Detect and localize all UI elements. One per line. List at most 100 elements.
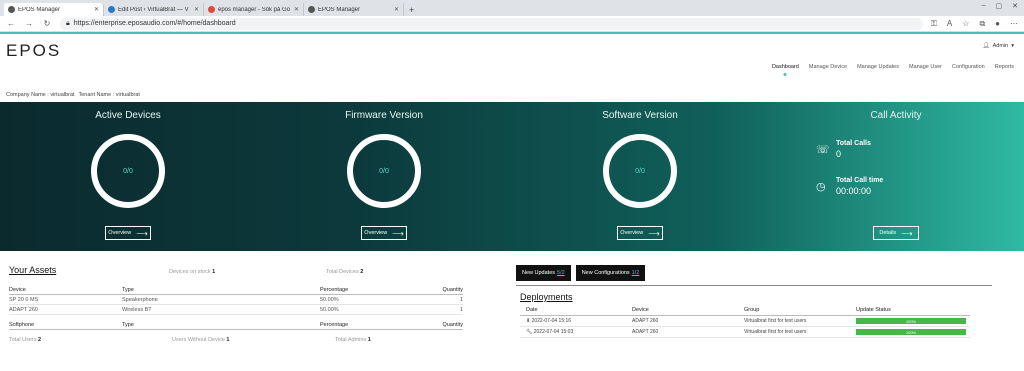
button-label: Overview xyxy=(620,230,644,236)
overview-button[interactable]: Overview ⟶ xyxy=(617,226,663,240)
deployments-table: Date Device Group Update Status ⬇︎ 2022-… xyxy=(520,305,970,338)
close-icon[interactable]: ✕ xyxy=(194,6,199,13)
close-icon[interactable]: ✕ xyxy=(394,6,399,13)
epos-favicon-icon xyxy=(308,6,315,13)
table-header: Date Device Group Update Status xyxy=(520,305,970,316)
ring-value: 0/0 xyxy=(635,167,645,175)
stat-value: 2 xyxy=(360,269,364,275)
progress-fill: 100% xyxy=(856,329,966,335)
browser-tab[interactable]: EPOS Manager ✕ xyxy=(4,3,104,16)
details-button[interactable]: Details ⟶ xyxy=(873,226,919,240)
close-icon[interactable]: ✕ xyxy=(94,6,99,13)
firmware-version-card: Firmware Version 0/0 Overview ⟶ xyxy=(256,102,512,251)
firmware-ring: 0/0 xyxy=(347,134,421,208)
button-count: 1/2 xyxy=(631,270,640,276)
softphone-table-header: Softphone Type Percentage Quantity xyxy=(9,320,463,330)
stat-label: Users Without Device xyxy=(172,337,225,343)
column-header: Quantity xyxy=(442,321,463,328)
phone-icon: ☏ xyxy=(816,144,830,156)
column-header: Percentage xyxy=(320,286,349,293)
close-icon[interactable]: ✕ xyxy=(294,6,299,13)
new-updates-button[interactable]: New Updates 5/2 xyxy=(516,265,571,281)
back-icon[interactable]: ← xyxy=(6,19,16,28)
cell-device: ADAPT 260 xyxy=(9,306,38,313)
browser-tab[interactable]: epos manager - Sök på Go ✕ xyxy=(204,3,304,16)
column-header: Update Status xyxy=(856,307,891,313)
nav-manage-device[interactable]: Manage Device xyxy=(809,64,847,70)
total-call-time-label: Total Call time xyxy=(836,177,884,184)
arrow-right-icon: ⟶ xyxy=(136,228,148,238)
forward-icon[interactable]: → xyxy=(24,19,34,28)
overview-button[interactable]: Overview ⟶ xyxy=(105,226,151,240)
nav-reports[interactable]: Reports xyxy=(995,64,1014,70)
column-header: Date xyxy=(526,307,538,313)
window-controls: – ▢ ✕ xyxy=(982,2,1018,10)
column-header: Device xyxy=(9,286,26,293)
column-header: Type xyxy=(122,286,134,293)
column-header: Softphone xyxy=(9,321,35,328)
assets-panel: Your Assets Devices on stock 1 Total Dev… xyxy=(0,265,466,343)
maximize-icon[interactable]: ▢ xyxy=(996,2,1003,10)
table-row[interactable]: 🔧︎ 2022-07-04 15:03 ADAPT 260 Virtualbra… xyxy=(520,327,970,338)
cell-type: Speakerphone xyxy=(122,296,158,303)
total-call-time: ◷ Total Call time 00:00:00 xyxy=(816,177,1024,196)
cell-type: Wireless BT xyxy=(122,306,152,313)
url-field[interactable]: 🔒︎ https://enterprise.eposaudio.com/#/ho… xyxy=(60,17,923,30)
total-calls-label: Total Calls xyxy=(836,140,871,147)
stat-label: Total Admins xyxy=(335,337,367,343)
stat-label: Total Users xyxy=(9,337,37,343)
cell-status: 100% xyxy=(856,329,970,335)
new-tab-icon[interactable]: + xyxy=(404,3,419,16)
minimize-icon[interactable]: – xyxy=(982,2,986,10)
nav-configuration[interactable]: Configuration xyxy=(952,64,985,70)
close-window-icon[interactable]: ✕ xyxy=(1012,2,1018,10)
profile-icon[interactable]: ● xyxy=(995,19,1000,29)
epos-logo[interactable]: EPOS xyxy=(6,41,61,61)
wrench-icon: 🔧︎ xyxy=(526,329,533,335)
cell-quantity: 1 xyxy=(459,296,463,303)
nav-manage-updates[interactable]: Manage Updates xyxy=(857,64,899,70)
nav-dashboard[interactable]: Dashboard xyxy=(772,64,799,70)
arrow-right-icon: ⟶ xyxy=(901,228,913,238)
company-name: Company Name : virtualbrat xyxy=(6,92,75,98)
cell-percentage: 50.00% xyxy=(320,306,339,313)
progress-bar: 100% xyxy=(856,329,966,335)
main-nav: Dashboard Manage Device Manage Updates M… xyxy=(772,64,1014,70)
cell-device: ADAPT 260 xyxy=(632,318,659,324)
browser-tab[interactable]: Edit Post ‹ VirtualBrat — V ✕ xyxy=(104,3,204,16)
date-text: 2022-07-04 15:03 xyxy=(533,329,574,335)
read-aloud-icon[interactable]: A xyxy=(947,19,952,29)
table-row[interactable]: ⬇︎ 2022-07-04 15:16 ADAPT 260 Virtualbra… xyxy=(520,316,970,327)
card-title: Call Activity xyxy=(870,110,922,121)
cell-quantity: 1 xyxy=(459,306,463,313)
overview-button[interactable]: Overview ⟶ xyxy=(361,226,407,240)
arrow-right-icon: ⟶ xyxy=(392,228,404,238)
cell-group: Virtualbrat first for test users xyxy=(744,329,807,335)
cell-device: SP 20 0 MS xyxy=(9,296,39,303)
deployments-panel: New Updates 5/2 New Configurations 1/2 D… xyxy=(466,265,1024,343)
user-menu[interactable]: 👤︎ Admin ▾ xyxy=(983,43,1014,49)
button-count: 5/2 xyxy=(557,270,565,276)
favorite-icon[interactable]: ☆ xyxy=(962,19,969,29)
column-header: Type xyxy=(122,321,134,328)
browser-tab[interactable]: EPOS Manager ✕ xyxy=(304,3,404,16)
user-stats: Total Users 2 Users Without Device 1 Tot… xyxy=(9,337,466,343)
assets-title[interactable]: Your Assets xyxy=(9,265,169,275)
nav-manage-user[interactable]: Manage User xyxy=(909,64,942,70)
new-configurations-button[interactable]: New Configurations 1/2 xyxy=(575,265,646,281)
table-row[interactable]: ADAPT 260 Wireless BT 50.00% 1 xyxy=(9,305,463,315)
reload-icon[interactable]: ↻ xyxy=(42,19,52,28)
download-icon: ⬇︎ xyxy=(526,318,531,324)
collections-icon[interactable]: ⧉ xyxy=(979,19,985,29)
stat-value: 1 xyxy=(367,337,371,343)
dashboard-hero: Active Devices 0/0 Overview ⟶ Firmware Ve… xyxy=(0,102,1024,251)
url-text: https://enterprise.eposaudio.com/#/home/… xyxy=(73,20,236,27)
menu-icon[interactable]: ⋯ xyxy=(1010,19,1018,29)
browser-tabbar: EPOS Manager ✕ Edit Post ‹ VirtualBrat —… xyxy=(0,0,1024,16)
tab-title: EPOS Manager xyxy=(18,6,61,13)
deployments-title[interactable]: Deployments xyxy=(520,292,992,302)
table-row[interactable]: SP 20 0 MS Speakerphone 50.00% 1 xyxy=(9,295,463,305)
key-icon[interactable]: ⚿ xyxy=(931,19,937,29)
progress-bar: 100% xyxy=(856,318,966,324)
cell-group: Virtualbrat first for test users xyxy=(744,318,807,324)
